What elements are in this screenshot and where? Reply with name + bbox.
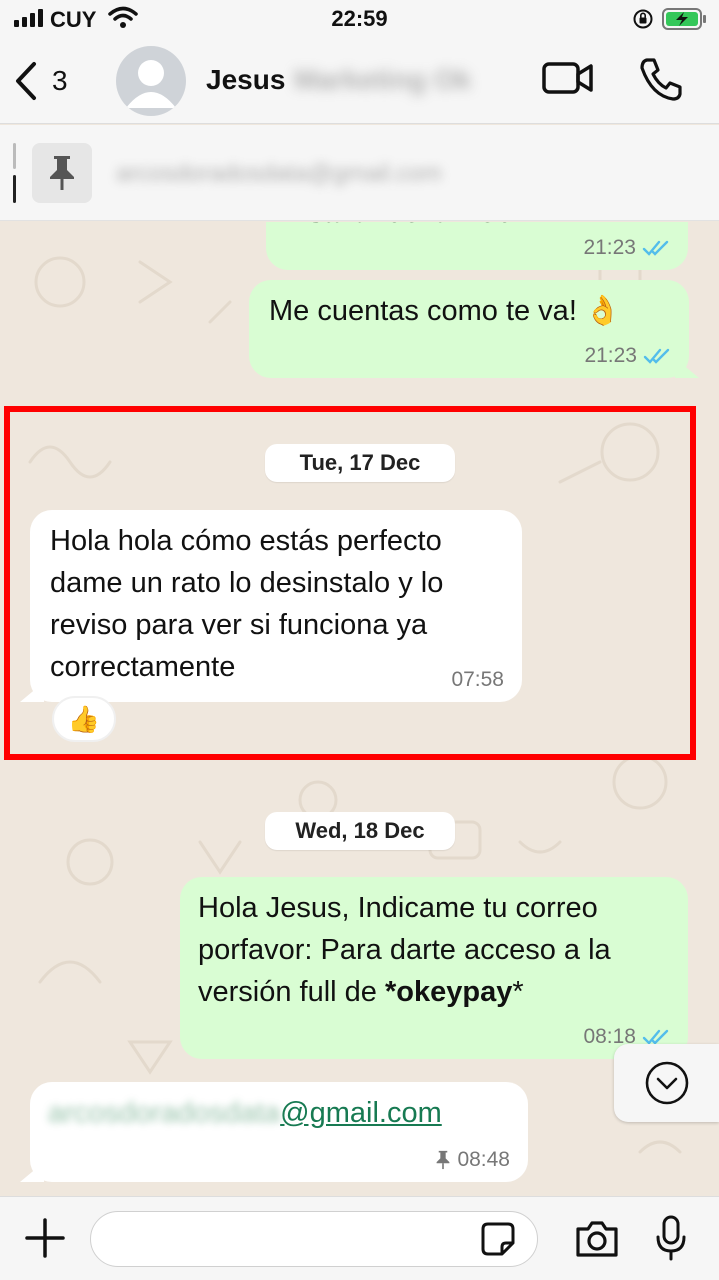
composer-bar — [0, 1196, 719, 1280]
message-text: Hola hola cómo estás perfecto dame un ra… — [50, 525, 444, 683]
date-separator: Tue, 17 Dec — [265, 444, 455, 482]
message-outgoing[interactable]: instalar de la web 21:23 — [266, 222, 688, 270]
voice-message-button[interactable] — [654, 1215, 688, 1266]
email-link[interactable]: @gmail.com — [280, 1097, 442, 1129]
message-meta: 07:58 — [451, 668, 504, 692]
camera-icon — [576, 1221, 618, 1257]
double-check-read-icon — [643, 348, 670, 364]
chat-header: 3 Jesus Marketing Ok — [0, 40, 719, 124]
pin-icon — [437, 1150, 450, 1170]
chat-area[interactable]: instalar de la web 21:23 Me cuentas como… — [0, 222, 719, 1196]
sticker-icon — [481, 1222, 515, 1256]
plus-icon — [25, 1218, 65, 1258]
message-time: 21:23 — [583, 236, 636, 259]
pinned-indicator-active — [13, 175, 16, 203]
scroll-to-bottom-button[interactable] — [614, 1044, 719, 1122]
pinned-message-bar[interactable]: arcosdoradosdata@gmail.com — [0, 125, 719, 221]
video-call-button[interactable] — [542, 60, 594, 101]
message-text: Me cuentas como te va! 👌 — [269, 295, 622, 327]
microphone-icon — [656, 1215, 686, 1261]
video-call-icon — [542, 62, 593, 94]
contact-name-blurred: Marketing Ok — [294, 64, 472, 95]
message-input[interactable] — [90, 1211, 538, 1267]
message-text: arcosdoradosdata@gmail.com — [48, 1092, 442, 1134]
message-text: instalar de la web — [286, 222, 512, 234]
date-separator: Wed, 18 Dec — [265, 812, 455, 850]
camera-button[interactable] — [574, 1219, 620, 1264]
voice-call-button[interactable] — [638, 56, 684, 107]
message-time: 21:23 — [584, 344, 637, 367]
sticker-button[interactable] — [480, 1221, 516, 1262]
contact-name[interactable]: Jesus — [206, 64, 285, 96]
pinned-message-text: arcosdoradosdata@gmail.com — [116, 160, 442, 187]
message-outgoing[interactable]: Hola Jesus, Indicame tu correo porfavor:… — [180, 877, 688, 1059]
message-text: Hola Jesus, Indicame tu correo porfavor:… — [198, 887, 678, 1013]
status-bar: CUY 22:59 — [0, 0, 719, 40]
person-icon — [126, 60, 176, 108]
attach-button[interactable] — [24, 1217, 66, 1264]
double-check-read-icon — [642, 240, 669, 256]
message-line-3: versión full de *okeypay* — [198, 976, 524, 1008]
pinned-indicator — [13, 143, 16, 169]
reaction-badge[interactable]: 👍 — [52, 696, 116, 742]
rotation-lock-icon — [632, 8, 654, 35]
message-time: 07:58 — [451, 668, 504, 691]
clock: 22:59 — [331, 6, 388, 31]
message-line: porfavor: Para darte acceso a la — [198, 934, 611, 966]
back-button[interactable]: 3 — [14, 58, 68, 104]
message-incoming[interactable]: Hola hola cómo estás perfecto dame un ra… — [20, 510, 522, 702]
message-outgoing[interactable]: Me cuentas como te va! 👌 21:23 — [249, 280, 699, 378]
avatar[interactable] — [116, 46, 186, 116]
message-meta: 21:23 — [583, 236, 670, 260]
chevron-left-icon — [16, 62, 36, 100]
email-blurred: arcosdoradosdata — [48, 1097, 281, 1129]
unread-count: 3 — [52, 65, 68, 96]
thumbs-up-icon: 👍 — [67, 703, 101, 734]
message-meta: 21:23 — [584, 344, 671, 368]
chevron-down-circle-icon — [645, 1061, 688, 1105]
message-time: 08:48 — [457, 1148, 510, 1171]
bold-text: *okeypay — [385, 976, 513, 1008]
message-incoming[interactable]: arcosdoradosdata@gmail.com 08:48 — [20, 1082, 528, 1182]
message-meta: 08:48 — [435, 1148, 510, 1172]
message-line: Hola Jesus, Indicame tu correo — [198, 892, 598, 924]
battery-icon — [662, 7, 708, 36]
pin-icon — [32, 143, 92, 203]
phone-icon — [640, 58, 682, 101]
